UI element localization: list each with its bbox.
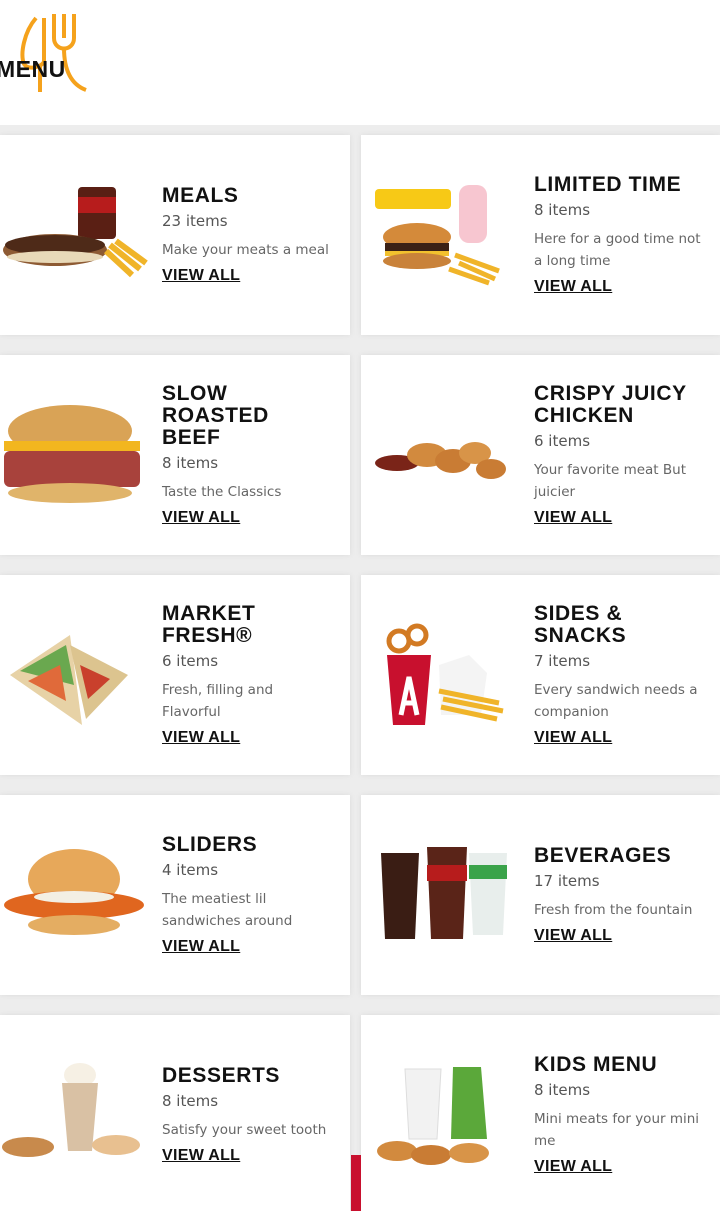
view-all-link[interactable]: VIEW ALL (162, 729, 332, 747)
category-card-market-fresh[interactable]: MARKET FRESH® 6 items Fresh, filling and… (0, 575, 350, 775)
category-card-crispy-juicy-chicken[interactable]: CRISPY JUICY CHICKEN 6 items Your favori… (361, 355, 720, 555)
category-text: SLIDERS 4 items The meatiest lil sandwic… (162, 795, 332, 995)
view-all-link[interactable]: VIEW ALL (162, 267, 332, 285)
category-description: Fresh, filling and Flavorful (162, 682, 274, 720)
category-title: LIMITED TIME (534, 173, 682, 196)
category-title: DESSERTS (162, 1064, 280, 1087)
curly-fries-image (386, 623, 504, 725)
category-text: SIDES & SNACKS 7 items Every sandwich ne… (534, 575, 702, 775)
view-all-link[interactable]: VIEW ALL (534, 729, 702, 747)
category-text: SLOW ROASTED BEEF 8 items Taste the Clas… (162, 355, 332, 555)
category-card-meals[interactable]: MEALS 23 items Make your meats a meal VI… (0, 135, 350, 335)
category-text: CRISPY JUICY CHICKEN 6 items Your favori… (534, 355, 702, 555)
view-all-link[interactable]: VIEW ALL (162, 938, 332, 956)
category-title: MARKET FRESH® (162, 602, 256, 647)
good-burger-meal-image (375, 185, 500, 286)
category-card-kids-menu[interactable]: KIDS MENU 8 items Mini meats for your mi… (361, 1015, 720, 1211)
category-count: 23 items (162, 212, 228, 230)
category-count: 7 items (534, 652, 591, 670)
category-description: Fresh from the fountain (534, 902, 693, 918)
fountain-drinks-image (381, 847, 507, 939)
category-text: MEALS 23 items Make your meats a meal VI… (162, 135, 332, 335)
category-text: MARKET FRESH® 6 items Fresh, filling and… (162, 575, 332, 775)
view-all-link[interactable]: VIEW ALL (162, 1147, 332, 1165)
header: MENU (0, 0, 720, 125)
category-description: The meatiest lil sandwiches around (162, 891, 293, 929)
category-card-desserts[interactable]: DESSERTS 8 items Satisfy your sweet toot… (0, 1015, 350, 1211)
category-description: Mini meats for your mini me (534, 1111, 700, 1149)
category-count: 6 items (162, 652, 219, 670)
feedback-tab[interactable] (351, 1155, 361, 1211)
kids-meal-image (377, 1067, 489, 1165)
view-all-link[interactable]: VIEW ALL (534, 927, 702, 945)
category-text: BEVERAGES 17 items Fresh from the founta… (534, 795, 702, 995)
category-text: KIDS MENU 8 items Mini meats for your mi… (534, 1015, 702, 1211)
category-title: BEVERAGES (534, 844, 672, 867)
category-card-limited-time[interactable]: LIMITED TIME 8 items Here for a good tim… (361, 135, 720, 335)
chicken-tenders-image (375, 442, 506, 479)
category-count: 8 items (534, 201, 591, 219)
category-description: Here for a good time not a long time (534, 231, 701, 269)
category-count: 4 items (162, 861, 219, 879)
category-count: 8 items (534, 1081, 591, 1099)
category-card-slow-roasted-beef[interactable]: SLOW ROASTED BEEF 8 items Taste the Clas… (0, 355, 350, 555)
category-card-sides-snacks[interactable]: SIDES & SNACKS 7 items Every sandwich ne… (361, 575, 720, 775)
category-title: MEALS (162, 184, 239, 207)
meal-combo-image (3, 187, 148, 278)
wrap-image (10, 635, 128, 725)
category-title: SLOW ROASTED BEEF (162, 382, 269, 449)
category-description: Taste the Classics (162, 484, 282, 500)
category-count: 8 items (162, 454, 219, 472)
category-title: KIDS MENU (534, 1053, 658, 1076)
category-description: Every sandwich needs a companion (534, 682, 698, 720)
category-count: 6 items (534, 432, 591, 450)
category-card-beverages[interactable]: BEVERAGES 17 items Fresh from the founta… (361, 795, 720, 995)
category-description: Satisfy your sweet tooth (162, 1122, 327, 1138)
chicken-slider-image (4, 849, 144, 935)
view-all-link[interactable]: VIEW ALL (534, 278, 702, 296)
category-title: SLIDERS (162, 833, 258, 856)
logo-text: MENU (0, 56, 66, 82)
category-title: SIDES & SNACKS (534, 602, 627, 647)
shake-cookies-image (2, 1063, 140, 1157)
view-all-link[interactable]: VIEW ALL (534, 1158, 702, 1176)
category-description: Make your meats a meal (162, 242, 329, 258)
view-all-link[interactable]: VIEW ALL (534, 509, 702, 527)
category-count: 8 items (162, 1092, 219, 1110)
view-all-link[interactable]: VIEW ALL (162, 509, 332, 527)
category-card-sliders[interactable]: SLIDERS 4 items The meatiest lil sandwic… (0, 795, 350, 995)
category-title: CRISPY JUICY CHICKEN (534, 382, 687, 427)
category-text: DESSERTS 8 items Satisfy your sweet toot… (162, 1015, 332, 1211)
roast-beef-sandwich-image (4, 405, 140, 503)
category-description: Your favorite meat But juicier (534, 462, 687, 500)
category-text: LIMITED TIME 8 items Here for a good tim… (534, 135, 702, 335)
category-count: 17 items (534, 872, 600, 890)
